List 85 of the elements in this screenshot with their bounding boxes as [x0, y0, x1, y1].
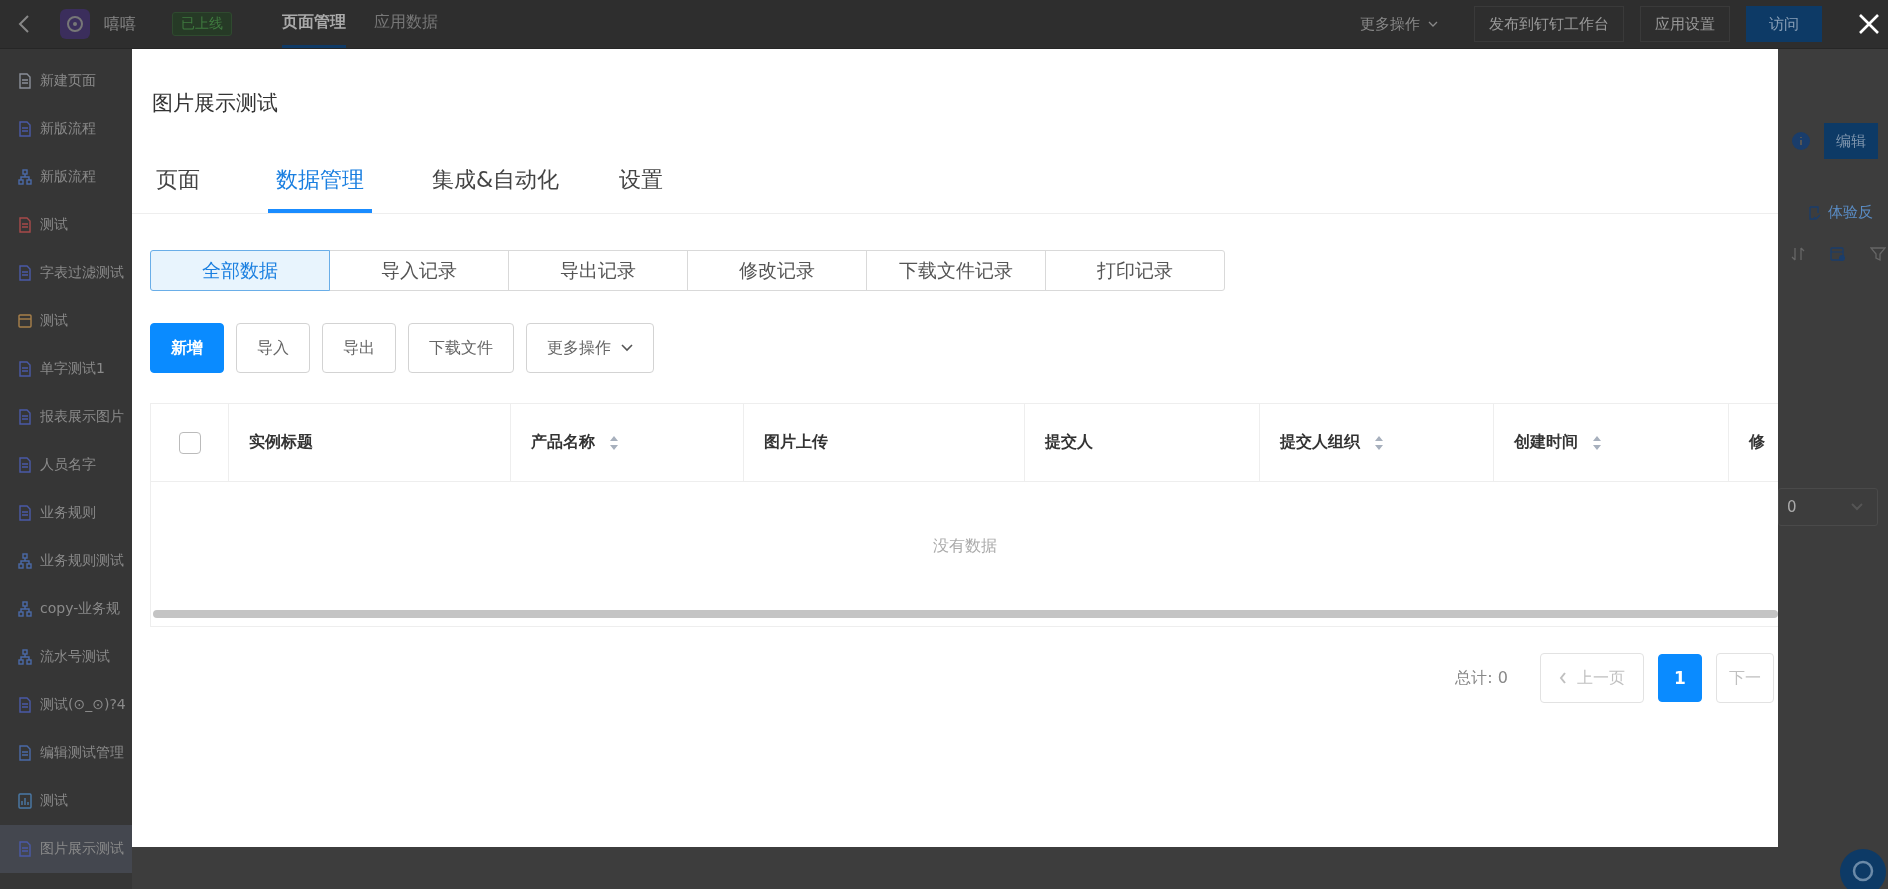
column-header: 提交人组织	[1280, 432, 1360, 453]
window-icon	[18, 313, 32, 329]
chart-icon	[18, 793, 32, 809]
sidebar-item[interactable]: 业务规则测试	[0, 537, 132, 585]
sidebar-item[interactable]: 新版流程	[0, 153, 132, 201]
toolbar-button[interactable]: 访问	[1746, 6, 1822, 42]
sidebar-item[interactable]: 报表展示图片	[0, 393, 132, 441]
document-icon	[18, 121, 32, 137]
tab[interactable]: 集成&自动化	[432, 151, 560, 213]
document-icon	[18, 457, 32, 473]
select-field[interactable]: 0	[1778, 488, 1878, 526]
action-button[interactable]: 下载文件	[408, 323, 514, 373]
feedback-icon	[1808, 205, 1822, 220]
segment-tab[interactable]: 打印记录	[1045, 250, 1225, 291]
document-icon	[18, 361, 32, 377]
action-button[interactable]: 新增	[150, 323, 224, 373]
chevron-down-icon	[1428, 21, 1438, 27]
sidebar-item[interactable]: 新建页面	[0, 57, 132, 105]
tab[interactable]: 数据管理	[268, 151, 372, 213]
segment-tab[interactable]: 下载文件记录	[866, 250, 1046, 291]
dialog-title: 图片展示测试	[152, 90, 279, 117]
customer-service-icon[interactable]	[1840, 849, 1886, 889]
document-icon	[18, 409, 32, 425]
document-icon	[18, 505, 32, 521]
column-header: 产品名称	[531, 432, 595, 453]
sidebar-item[interactable]: 流水号测试	[0, 633, 132, 681]
chevron-down-icon	[1851, 503, 1863, 511]
nav-tab[interactable]: 应用数据	[374, 0, 438, 48]
back-icon[interactable]	[18, 14, 30, 34]
info-icon[interactable]	[1792, 132, 1810, 150]
total-count: 总计: 0	[1455, 667, 1508, 689]
sidebar-item[interactable]: 测试(⊙_⊙)?4	[0, 681, 132, 729]
sort-icon[interactable]	[1374, 434, 1384, 451]
action-button[interactable]: 更多操作	[526, 323, 654, 373]
toolbar-button[interactable]: 应用设置	[1640, 6, 1730, 42]
flowchart-icon	[18, 649, 32, 665]
new-page-icon	[18, 73, 32, 89]
page-number[interactable]: 1	[1658, 654, 1702, 702]
toolbar-button[interactable]: 发布到钉钉工作台	[1474, 6, 1624, 42]
document-icon	[18, 841, 32, 857]
sidebar-item[interactable]: 新版流程	[0, 105, 132, 153]
sidebar-item[interactable]: 测试	[0, 201, 132, 249]
horizontal-scrollbar[interactable]	[153, 610, 1778, 618]
sidebar-item[interactable]: 人员名字	[0, 441, 132, 489]
document-icon	[18, 265, 32, 281]
sidebar-item[interactable]: 测试	[0, 297, 132, 345]
more-actions-menu[interactable]: 更多操作	[1354, 13, 1444, 35]
sidebar-item[interactable]: 测试	[0, 777, 132, 825]
select-all-checkbox[interactable]	[178, 431, 201, 454]
tab[interactable]: 设置	[619, 151, 664, 213]
sort-icon[interactable]	[1790, 246, 1806, 262]
app-name: 嘻嘻	[104, 13, 136, 35]
feedback-link[interactable]: 体验反	[1808, 203, 1873, 222]
edit-button[interactable]: 编辑	[1824, 123, 1878, 159]
sidebar-item[interactable]: copy-业务规	[0, 585, 132, 633]
action-button[interactable]: 导出	[322, 323, 396, 373]
app-logo-icon	[60, 9, 90, 39]
filter-icon[interactable]	[1870, 246, 1886, 262]
sidebar-item[interactable]: 业务规则	[0, 489, 132, 537]
chevron-left-icon	[1559, 672, 1567, 684]
segment-tab[interactable]: 全部数据	[150, 250, 330, 291]
sidebar-item[interactable]: 编辑测试管理	[0, 729, 132, 777]
segment-tab[interactable]: 修改记录	[687, 250, 867, 291]
flowchart-icon	[18, 169, 32, 185]
action-button[interactable]: 导入	[236, 323, 310, 373]
document-icon	[18, 697, 32, 713]
column-header: 实例标题	[249, 432, 313, 453]
sidebar-item[interactable]: 单字测试1	[0, 345, 132, 393]
report-icon	[18, 217, 32, 233]
sort-icon[interactable]	[609, 434, 619, 451]
segment-tab[interactable]: 导入记录	[329, 250, 509, 291]
column-header: 创建时间	[1514, 432, 1578, 453]
column-header: 修	[1749, 432, 1765, 453]
flowchart-icon	[18, 553, 32, 569]
sort-icon[interactable]	[1592, 434, 1602, 451]
close-icon[interactable]	[1858, 13, 1880, 35]
column-header: 提交人	[1045, 432, 1093, 453]
flowchart-icon	[18, 601, 32, 617]
sidebar-item[interactable]: 字表过滤测试	[0, 249, 132, 297]
chevron-down-icon	[621, 344, 633, 352]
segment-tab[interactable]: 导出记录	[508, 250, 688, 291]
empty-message: 没有数据	[932, 535, 997, 557]
tab[interactable]: 页面	[156, 151, 200, 213]
column-header: 图片上传	[764, 432, 828, 453]
sidebar-item[interactable]: 图片展示测试	[0, 825, 132, 873]
